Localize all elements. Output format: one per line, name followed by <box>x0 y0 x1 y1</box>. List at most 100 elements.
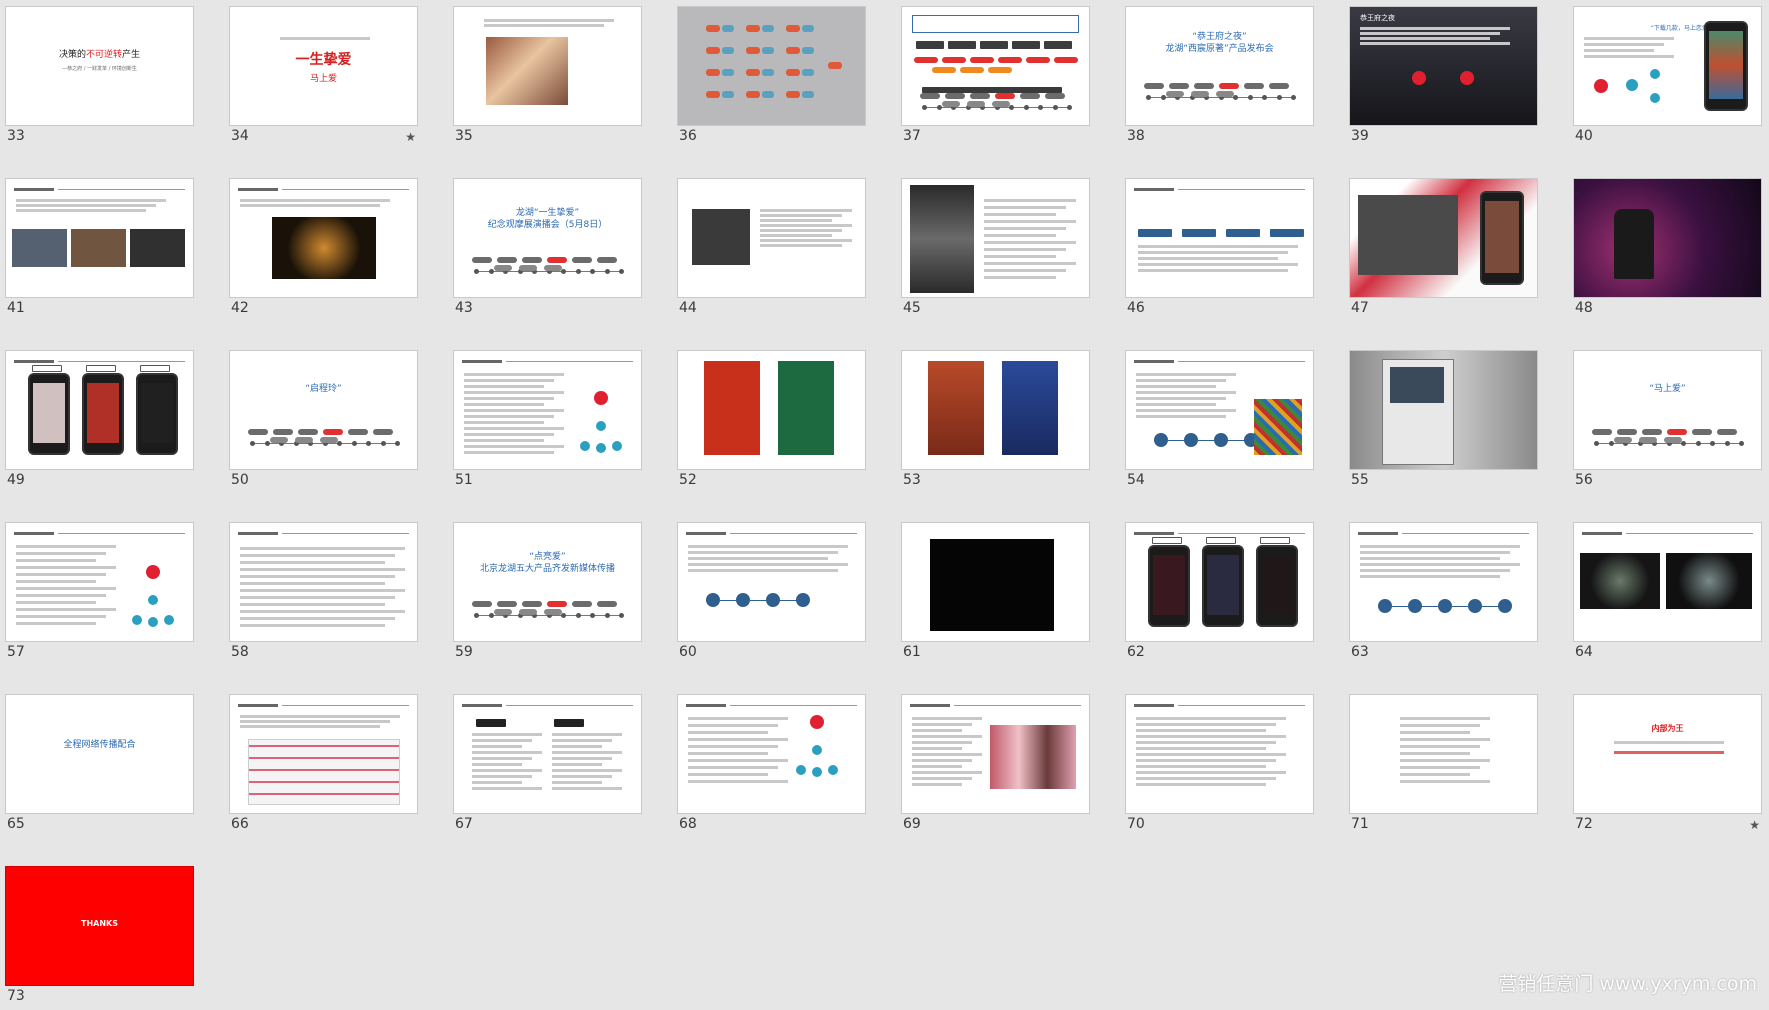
slide-thumbnail-cell[interactable]: 42 <box>229 178 418 322</box>
slide-thumbnail[interactable]: 恭王府之夜 <box>1349 6 1538 126</box>
slide-thumbnail-cell[interactable]: 70 <box>1125 694 1314 838</box>
slide-thumbnail-cell[interactable]: 决策的不可逆转产生 —恭之府 / 一财发单 / 环境创新生 33 <box>5 6 194 150</box>
slide-thumbnail[interactable] <box>1349 350 1538 470</box>
slide-thumbnail-cell[interactable]: 45 <box>901 178 1090 322</box>
slide-thumbnail[interactable] <box>1125 350 1314 470</box>
slide-thumbnail-cell[interactable]: 66 <box>229 694 418 838</box>
slide-thumbnail-cell[interactable]: 60 <box>677 522 866 666</box>
slide-thumbnail-cell[interactable]: 41 <box>5 178 194 322</box>
slide-thumbnail[interactable]: 全程网络传播配合 <box>5 694 194 814</box>
slide-thumbnail[interactable] <box>677 6 866 126</box>
slide-thumbnail[interactable] <box>453 350 642 470</box>
slide-thumbnail[interactable]: 内部为王 <box>1573 694 1762 814</box>
slide-thumbnail[interactable] <box>229 522 418 642</box>
phone-mockup <box>28 373 70 455</box>
slide-thumbnail-cell[interactable]: 46 <box>1125 178 1314 322</box>
slide-thumbnail-cell[interactable]: “恭王府之夜” 龙湖“西宸原著”产品发布会 38 <box>1125 6 1314 150</box>
slide-thumbnail-cell[interactable]: 47 <box>1349 178 1538 322</box>
slide-thumbnail[interactable] <box>5 350 194 470</box>
slide-thumbnail-cell[interactable]: 49 <box>5 350 194 494</box>
timeline-dot <box>1695 441 1701 446</box>
highlight-node <box>1412 71 1426 85</box>
slide-thumbnail[interactable]: 龙湖“一生挚爱” 纪念观摩展演播会（5月8日） <box>453 178 642 298</box>
slide-thumbnail[interactable] <box>1125 522 1314 642</box>
slide-thumbnail-cell[interactable]: 58 <box>229 522 418 666</box>
slide-thumbnail-cell[interactable]: 57 <box>5 522 194 666</box>
timeline-dot <box>1160 95 1166 100</box>
slide-thumbnail[interactable] <box>901 522 1090 642</box>
slide-thumbnail-cell[interactable]: 64 <box>1573 522 1762 666</box>
slide-thumbnail-cell[interactable]: 61 <box>901 522 1090 666</box>
slide-thumbnail-cell[interactable]: 71 <box>1349 694 1538 838</box>
slide-thumbnail[interactable]: 决策的不可逆转产生 —恭之府 / 一财发单 / 环境创新生 <box>5 6 194 126</box>
slide-thumbnail[interactable] <box>677 522 866 642</box>
slide-thumbnail-cell[interactable]: 52 <box>677 350 866 494</box>
slide-thumbnail-cell[interactable]: “马上爱” 56 <box>1573 350 1762 494</box>
slide-thumbnail[interactable] <box>677 694 866 814</box>
slide-thumbnail-cell[interactable]: 恭王府之夜 39 <box>1349 6 1538 150</box>
slide-thumbnail[interactable] <box>5 178 194 298</box>
slide-thumbnail-cell[interactable]: 44 <box>677 178 866 322</box>
slide-thumbnail-cell[interactable]: 63 <box>1349 522 1538 666</box>
slide-thumbnail[interactable] <box>1349 178 1538 298</box>
slide-thumbnail[interactable] <box>901 178 1090 298</box>
icon-cluster <box>746 25 760 32</box>
slide-thumbnail-cell[interactable]: 54 <box>1125 350 1314 494</box>
slide-thumbnail-cell[interactable]: 62 <box>1125 522 1314 666</box>
slide-thumbnail[interactable] <box>1573 178 1762 298</box>
slide-thumbnail[interactable] <box>901 6 1090 126</box>
slide-thumbnail-cell[interactable]: 35 <box>453 6 642 150</box>
text-placeholder-line <box>472 787 542 790</box>
slide-thumbnail[interactable] <box>1349 694 1538 814</box>
slide-thumbnail[interactable] <box>229 694 418 814</box>
slide-thumbnail[interactable] <box>453 694 642 814</box>
slide-thumbnail[interactable]: “马上爱” <box>1573 350 1762 470</box>
slide-number: 59 <box>455 644 473 660</box>
slide-thumbnail-cell[interactable]: 一生挚爱 马上爱 34 ★ <box>229 6 418 150</box>
slide-thumbnail[interactable] <box>5 522 194 642</box>
slide-thumbnail[interactable] <box>901 350 1090 470</box>
slide-thumbnail[interactable]: “下载几款，马上恋爱” <box>1573 6 1762 126</box>
slide-thumbnail-cell[interactable]: 龙湖“一生挚爱” 纪念观摩展演播会（5月8日） 43 <box>453 178 642 322</box>
slide-number: 73 <box>7 988 25 1004</box>
slide-thumbnail[interactable] <box>901 694 1090 814</box>
slide-thumbnail[interactable] <box>677 350 866 470</box>
slide-thumbnail[interactable]: “恭王府之夜” 龙湖“西宸原著”产品发布会 <box>1125 6 1314 126</box>
text-placeholder-line <box>984 234 1056 237</box>
slide-thumbnail-cell[interactable]: 68 <box>677 694 866 838</box>
text-placeholder-line <box>240 596 395 599</box>
slide-heading-bar <box>462 360 502 363</box>
slide-thumbnail[interactable] <box>229 178 418 298</box>
slide-thumbnail[interactable] <box>1349 522 1538 642</box>
phone-caption-box <box>86 365 116 372</box>
slide-thumbnail-cell[interactable]: “下载几款，马上恋爱” 40 <box>1573 6 1762 150</box>
slide-thumbnail-cell[interactable]: 48 <box>1573 178 1762 322</box>
slide-thumbnail[interactable]: “启程玲” <box>229 350 418 470</box>
slide-thumbnail[interactable] <box>1125 178 1314 298</box>
slide-thumbnail-cell[interactable]: “启程玲” 50 <box>229 350 418 494</box>
phone-mockup <box>1148 545 1190 627</box>
slide-thumbnail-cell[interactable]: THANKS 73 <box>5 866 194 1010</box>
slide-thumbnail-cell[interactable]: “点亮爱” 北京龙湖五大产品齐发新媒体传播 59 <box>453 522 642 666</box>
slide-thumbnail[interactable]: “点亮爱” 北京龙湖五大产品齐发新媒体传播 <box>453 522 642 642</box>
slide-thumbnail-cell[interactable]: 67 <box>453 694 642 838</box>
slide-thumbnail[interactable] <box>1125 694 1314 814</box>
text-placeholder-line <box>984 206 1066 209</box>
slide-thumbnail[interactable]: 一生挚爱 马上爱 <box>229 6 418 126</box>
slide-thumbnail-cell[interactable]: 55 <box>1349 350 1538 494</box>
slide-thumbnail-cell[interactable]: 37 <box>901 6 1090 150</box>
text-placeholder-line <box>1584 49 1654 52</box>
slide-thumbnail[interactable]: THANKS <box>5 866 194 986</box>
slide-thumbnail-cell[interactable]: 53 <box>901 350 1090 494</box>
slide-thumbnail[interactable] <box>453 6 642 126</box>
slide-thumbnail-cell[interactable]: 全程网络传播配合 65 <box>5 694 194 838</box>
timeline-label-pill <box>597 257 617 263</box>
slide-thumbnail[interactable] <box>1573 522 1762 642</box>
flow-node <box>706 593 720 607</box>
slide-thumbnail-cell[interactable]: 36 <box>677 6 866 150</box>
phone-caption-box <box>1206 537 1236 544</box>
slide-thumbnail[interactable] <box>677 178 866 298</box>
slide-thumbnail-cell[interactable]: 69 <box>901 694 1090 838</box>
slide-thumbnail-cell[interactable]: 内部为王 72 ★ <box>1573 694 1762 838</box>
slide-thumbnail-cell[interactable]: 51 <box>453 350 642 494</box>
